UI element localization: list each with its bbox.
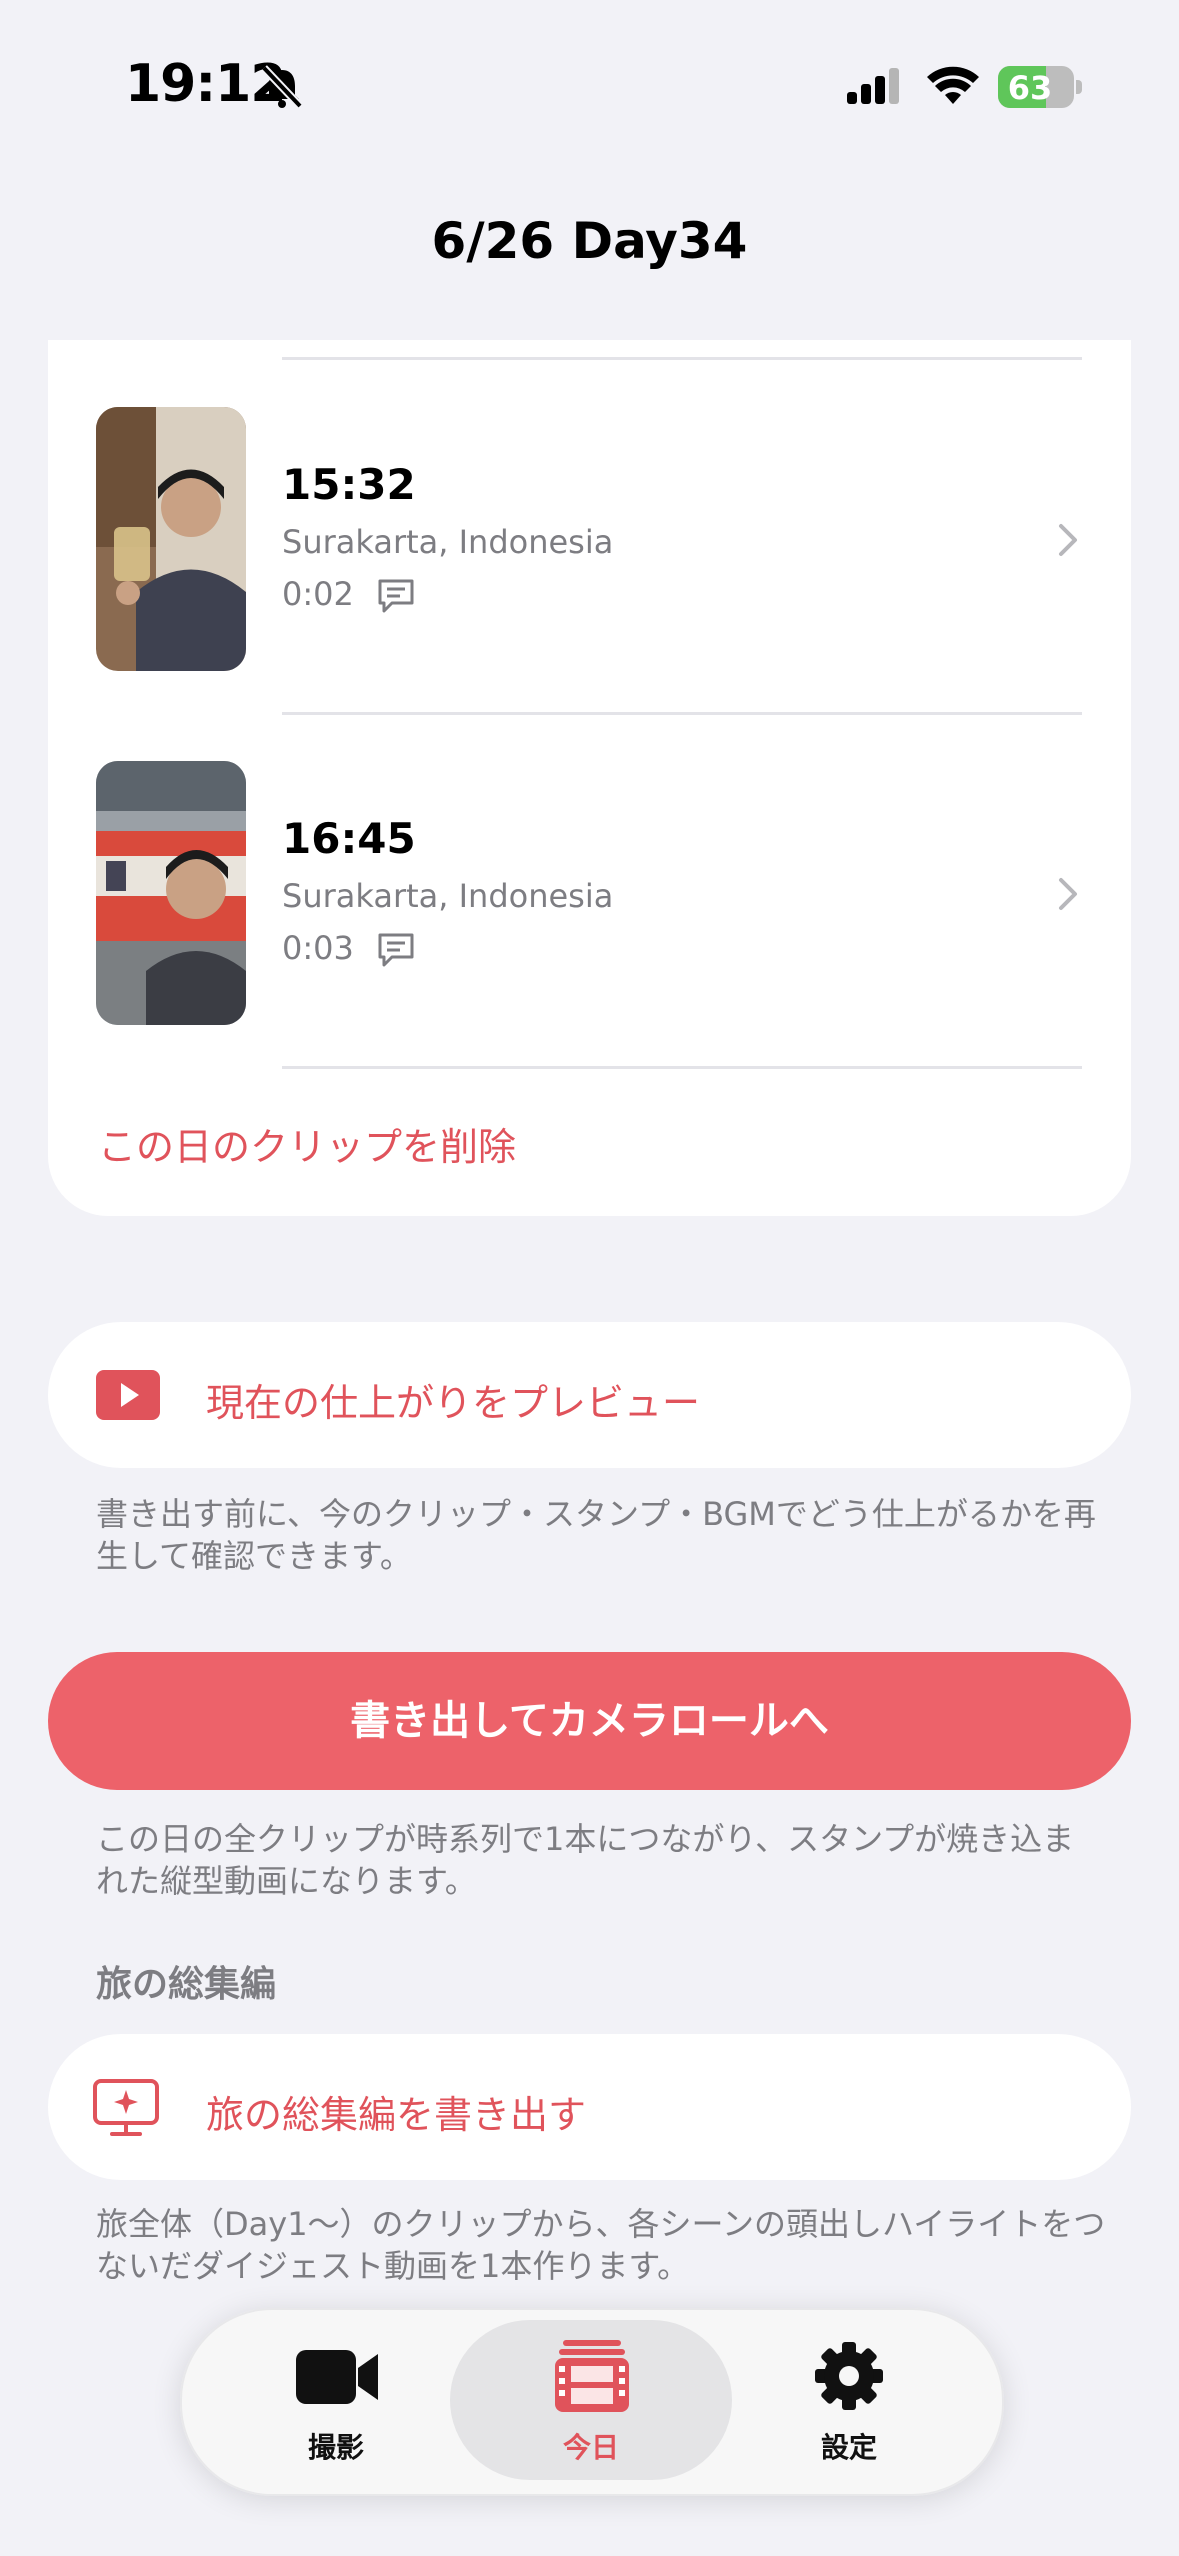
- silent-bell-icon: [261, 65, 303, 109]
- divider: [282, 712, 1082, 715]
- clip-time: 16:45: [282, 814, 416, 863]
- export-to-camera-roll-button[interactable]: 書き出してカメラロールへ: [48, 1652, 1131, 1790]
- delete-day-clips-button[interactable]: この日のクリップを削除: [98, 1116, 516, 1171]
- tab-settings[interactable]: 設定: [749, 2336, 949, 2476]
- digest-note: 旅全体（Day1〜）のクリップから、各シーンの頭出しハイライトをつないだダイジェ…: [96, 2205, 1106, 2285]
- wifi-icon: [927, 66, 979, 104]
- tab-label: 撮影: [307, 2431, 364, 2464]
- video-camera-icon: [296, 2350, 378, 2404]
- clip-time: 15:32: [282, 460, 416, 509]
- preview-label: 現在の仕上がりをプレビュー: [206, 1381, 701, 1425]
- tab-label: 設定: [820, 2431, 877, 2464]
- tab-camera[interactable]: 撮影: [236, 2336, 436, 2476]
- battery-percentage: 63: [1007, 69, 1053, 107]
- comment-icon: [378, 933, 414, 967]
- comment-icon: [378, 579, 414, 613]
- clip-duration: 0:03: [282, 929, 354, 967]
- export-digest-button[interactable]: 旅の総集編を書き出す: [48, 2034, 1131, 2180]
- clip-thumbnail: [96, 407, 246, 671]
- chevron-right-icon: [1059, 878, 1077, 910]
- play-icon: [96, 1370, 160, 1420]
- export-note: この日の全クリップが時系列で1本につながり、スタンプが焼き込まれた縦型動画になり…: [96, 1820, 1075, 1900]
- clip-duration: 0:02: [282, 575, 354, 613]
- clip-location: Surakarta, Indonesia: [282, 523, 614, 561]
- divider: [282, 1066, 1082, 1069]
- cellular-signal-icon: [847, 68, 899, 104]
- film-strip-icon: [555, 2340, 629, 2412]
- tab-today[interactable]: 今日: [491, 2336, 691, 2476]
- gear-icon: [815, 2342, 883, 2410]
- divider: [282, 357, 1082, 360]
- battery-indicator: 63: [998, 66, 1084, 108]
- preview-note: 書き出す前に、今のクリップ・スタンプ・BGMでどう仕上がるかを再生して確認できま…: [96, 1495, 1096, 1575]
- digest-label: 旅の総集編を書き出す: [206, 2093, 587, 2137]
- section-title: 旅の総集編: [96, 1964, 277, 2005]
- clip-row[interactable]: 16:45 Surakarta, Indonesia 0:03: [48, 734, 1131, 1064]
- sparkle-screen-icon: [93, 2079, 159, 2136]
- chevron-right-icon: [1059, 524, 1077, 556]
- clip-location: Surakarta, Indonesia: [282, 877, 614, 915]
- clip-row[interactable]: 15:32 Surakarta, Indonesia 0:02: [48, 380, 1131, 710]
- clip-thumbnail: [96, 761, 246, 1025]
- preview-button[interactable]: 現在の仕上がりをプレビュー: [48, 1322, 1131, 1468]
- tab-label: 今日: [562, 2431, 619, 2464]
- page-title: 6/26 Day34: [431, 212, 748, 270]
